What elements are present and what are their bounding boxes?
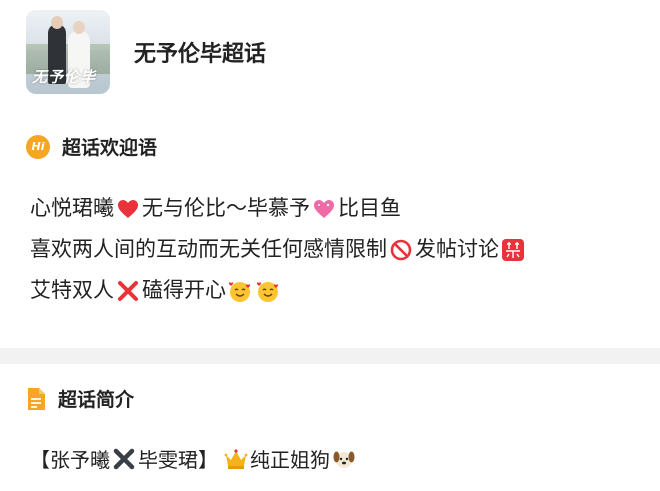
- welcome-line-3: 艾特双人 磕得开心: [30, 270, 640, 311]
- cover-figure-woman-head: [73, 21, 85, 34]
- cover-title: 无予伦毕: [32, 68, 97, 86]
- intro-text-part-c: 纯正姐狗: [250, 448, 330, 472]
- prohibited-icon: [389, 238, 413, 262]
- intro-text-part-b: 毕雯珺】: [138, 448, 218, 472]
- dog-face-icon: [332, 447, 356, 471]
- heavy-multiplication-icon: [112, 447, 136, 471]
- welcome-line-2: 喜欢两人间的互动而无关任何感情限制 发帖讨论: [30, 229, 640, 270]
- welcome-line-1-part-a: 心悦珺曦: [30, 196, 114, 220]
- forbidden-sign-icon: [501, 238, 525, 262]
- intro-section-heading: 超话简介: [26, 385, 134, 412]
- intro-section-title: 超话简介: [58, 389, 135, 411]
- cross-mark-icon: [116, 279, 140, 303]
- topic-header: 无予伦毕 无予伦毕超话: [26, 10, 266, 94]
- smiling-face-with-hearts-icon: [228, 279, 252, 303]
- topic-title: 无予伦毕超话: [134, 42, 267, 67]
- welcome-line-3-part-a: 艾特双人: [30, 278, 114, 302]
- hi-icon: Hi: [26, 134, 50, 159]
- welcome-line-2-part-a: 喜欢两人间的互动而无关任何感情限制: [30, 237, 387, 261]
- welcome-line-3-part-b: 磕得开心: [142, 278, 226, 302]
- welcome-line-1-part-b: 无与伦比～毕慕予: [142, 196, 310, 220]
- topic-cover-image[interactable]: 无予伦毕: [26, 10, 110, 94]
- welcome-line-1: 心悦珺曦 无与伦比～毕慕予 比目鱼: [30, 188, 640, 229]
- cover-figure-man-head: [51, 16, 63, 29]
- sparkling-heart-icon: [312, 197, 336, 221]
- smiling-face-with-hearts-icon-2: [256, 279, 280, 303]
- intro-text-part-a: 【张予曦: [30, 448, 110, 472]
- crown-icon: [224, 447, 248, 471]
- section-divider: [0, 348, 660, 364]
- welcome-section-title: 超话欢迎语: [62, 137, 158, 159]
- welcome-section-heading: Hi 超话欢迎语: [26, 133, 157, 160]
- welcome-text: 心悦珺曦 无与伦比～毕慕予 比目鱼 喜欢两人间的互动而无关任何感情限制 发帖讨论…: [30, 188, 640, 311]
- document-icon: [26, 387, 46, 411]
- welcome-line-1-part-c: 比目鱼: [338, 196, 401, 220]
- super-topic-page: 无予伦毕 无予伦毕超话 Hi 超话欢迎语 心悦珺曦 无与伦比～毕慕予 比目鱼 喜…: [0, 0, 660, 491]
- red-heart-icon: [116, 197, 140, 221]
- welcome-line-2-part-b: 发帖讨论: [415, 237, 499, 261]
- intro-text: 【张予曦 毕雯珺】 纯正姐狗: [30, 444, 358, 473]
